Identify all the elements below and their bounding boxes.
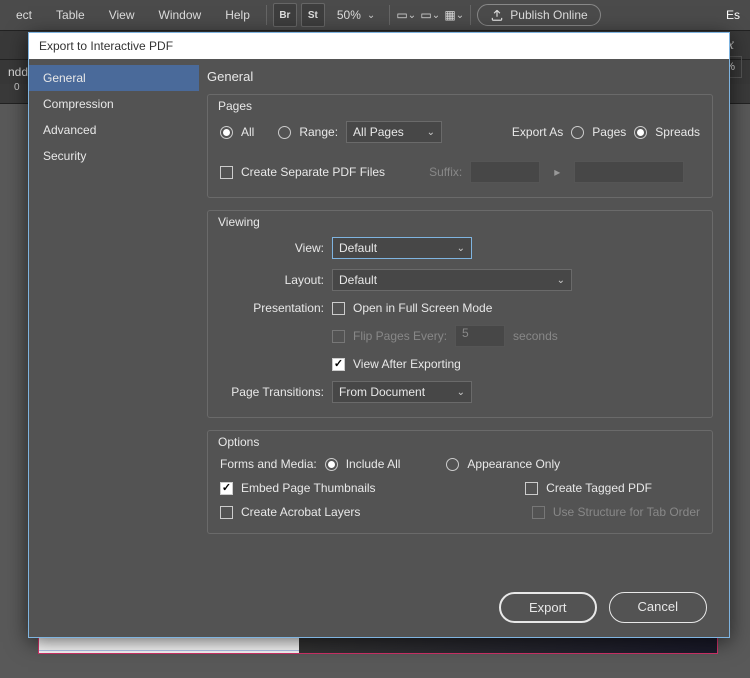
chevron-down-icon: ⌄ [457, 243, 465, 254]
view-select[interactable]: Default ⌄ [332, 237, 472, 259]
zoom-level[interactable]: 50% ⌄ [329, 8, 383, 22]
layout-label: Layout: [220, 273, 324, 287]
chevron-down-icon: ⌄ [557, 275, 565, 286]
group-label: Pages [218, 99, 252, 113]
layout-select[interactable]: Default ⌄ [332, 269, 572, 291]
fullscreen-label: Open in Full Screen Mode [353, 301, 492, 315]
chevron-down-icon: ⌄ [457, 387, 465, 398]
forms-media-label: Forms and Media: [220, 457, 317, 471]
checkbox-acrobat-layers[interactable] [220, 506, 233, 519]
sidebar-item-compression[interactable]: Compression [29, 91, 199, 117]
seconds-label: seconds [513, 329, 558, 343]
menu-item[interactable]: View [99, 8, 145, 22]
embed-thumbs-label: Embed Page Thumbnails [241, 481, 376, 495]
radio-pages-label: Pages [592, 125, 626, 139]
dialog-title: Export to Interactive PDF [29, 33, 729, 59]
tagged-pdf-label: Create Tagged PDF [546, 481, 652, 495]
sidebar-item-advanced[interactable]: Advanced [29, 117, 199, 143]
menu-item[interactable]: Help [215, 8, 260, 22]
view-select-value: Default [339, 241, 377, 255]
app-menubar: ect Table View Window Help Br St 50% ⌄ ▭… [0, 0, 750, 30]
checkbox-fullscreen[interactable] [332, 302, 345, 315]
menu-item[interactable]: ect [6, 8, 42, 22]
radio-range[interactable] [278, 126, 291, 139]
publish-online-button[interactable]: Publish Online [477, 4, 600, 26]
view-options-icon[interactable]: ▭⌄ [396, 5, 416, 25]
radio-appearance-only[interactable] [446, 458, 459, 471]
transitions-label: Page Transitions: [220, 385, 324, 399]
flip-seconds-input: 5 [455, 325, 505, 347]
radio-include-all[interactable] [325, 458, 338, 471]
export-pdf-dialog: Export to Interactive PDF General Compre… [28, 32, 730, 638]
screen-mode-icon[interactable]: ▭⌄ [420, 5, 440, 25]
workspace-button[interactable]: Es [722, 2, 744, 28]
publish-label: Publish Online [510, 8, 587, 22]
structure-tab-label: Use Structure for Tab Order [553, 505, 700, 519]
chevron-down-icon: ⌄ [367, 10, 375, 21]
flip-label: Flip Pages Every: [353, 329, 447, 343]
range-select[interactable]: All Pages ⌄ [346, 121, 442, 143]
radio-pages[interactable] [571, 126, 584, 139]
separate-files-label: Create Separate PDF Files [241, 165, 385, 179]
arrange-icon[interactable]: ▦⌄ [444, 5, 464, 25]
chevron-down-icon: ⌄ [427, 127, 435, 138]
suffix-preview [574, 161, 684, 183]
transitions-select-value: From Document [339, 385, 425, 399]
bridge-icon[interactable]: Br [273, 3, 297, 27]
include-all-label: Include All [346, 457, 401, 471]
dialog-button-row: Export Cancel [499, 592, 707, 623]
options-group: Options Forms and Media: Include All App… [207, 430, 713, 534]
checkbox-view-after[interactable] [332, 358, 345, 371]
range-select-value: All Pages [353, 125, 404, 139]
radio-all-label: All [241, 125, 254, 139]
pages-group: Pages All Range: All Pages ⌄ Export As P… [207, 94, 713, 198]
upload-icon [490, 8, 504, 22]
view-label: View: [220, 241, 324, 255]
dialog-main: General Pages All Range: All Pages ⌄ Exp… [199, 59, 729, 637]
export-as-label: Export As [512, 125, 563, 139]
suffix-arrow-icon: ▸ [548, 165, 566, 179]
checkbox-structure-tab [532, 506, 545, 519]
checkbox-tagged-pdf[interactable] [525, 482, 538, 495]
group-label: Options [218, 435, 259, 449]
viewing-group: Viewing View: Default ⌄ Layout: Default … [207, 210, 713, 418]
checkbox-embed-thumbs[interactable] [220, 482, 233, 495]
layout-select-value: Default [339, 273, 377, 287]
cancel-button[interactable]: Cancel [609, 592, 707, 623]
presentation-label: Presentation: [220, 301, 324, 315]
group-label: Viewing [218, 215, 260, 229]
radio-range-label: Range: [299, 125, 338, 139]
sidebar-item-security[interactable]: Security [29, 143, 199, 169]
suffix-label: Suffix: [429, 165, 462, 179]
sidebar-item-general[interactable]: General [29, 65, 199, 91]
dialog-sidebar: General Compression Advanced Security [29, 59, 199, 637]
suffix-input [470, 161, 540, 183]
separator [266, 5, 267, 25]
export-button[interactable]: Export [499, 592, 597, 623]
menu-item[interactable]: Window [149, 8, 212, 22]
appearance-only-label: Appearance Only [467, 457, 560, 471]
view-after-label: View After Exporting [353, 357, 461, 371]
separator [470, 5, 471, 25]
acrobat-layers-label: Create Acrobat Layers [241, 505, 360, 519]
stock-icon[interactable]: St [301, 3, 325, 27]
checkbox-flip [332, 330, 345, 343]
panel-heading: General [207, 69, 713, 84]
ruler-origin: 0 [14, 82, 20, 93]
radio-spreads[interactable] [634, 126, 647, 139]
menu-item[interactable]: Table [46, 8, 95, 22]
zoom-value: 50% [337, 8, 361, 22]
transitions-select[interactable]: From Document ⌄ [332, 381, 472, 403]
checkbox-separate-files[interactable] [220, 166, 233, 179]
separator [389, 5, 390, 25]
radio-spreads-label: Spreads [655, 125, 700, 139]
radio-all[interactable] [220, 126, 233, 139]
